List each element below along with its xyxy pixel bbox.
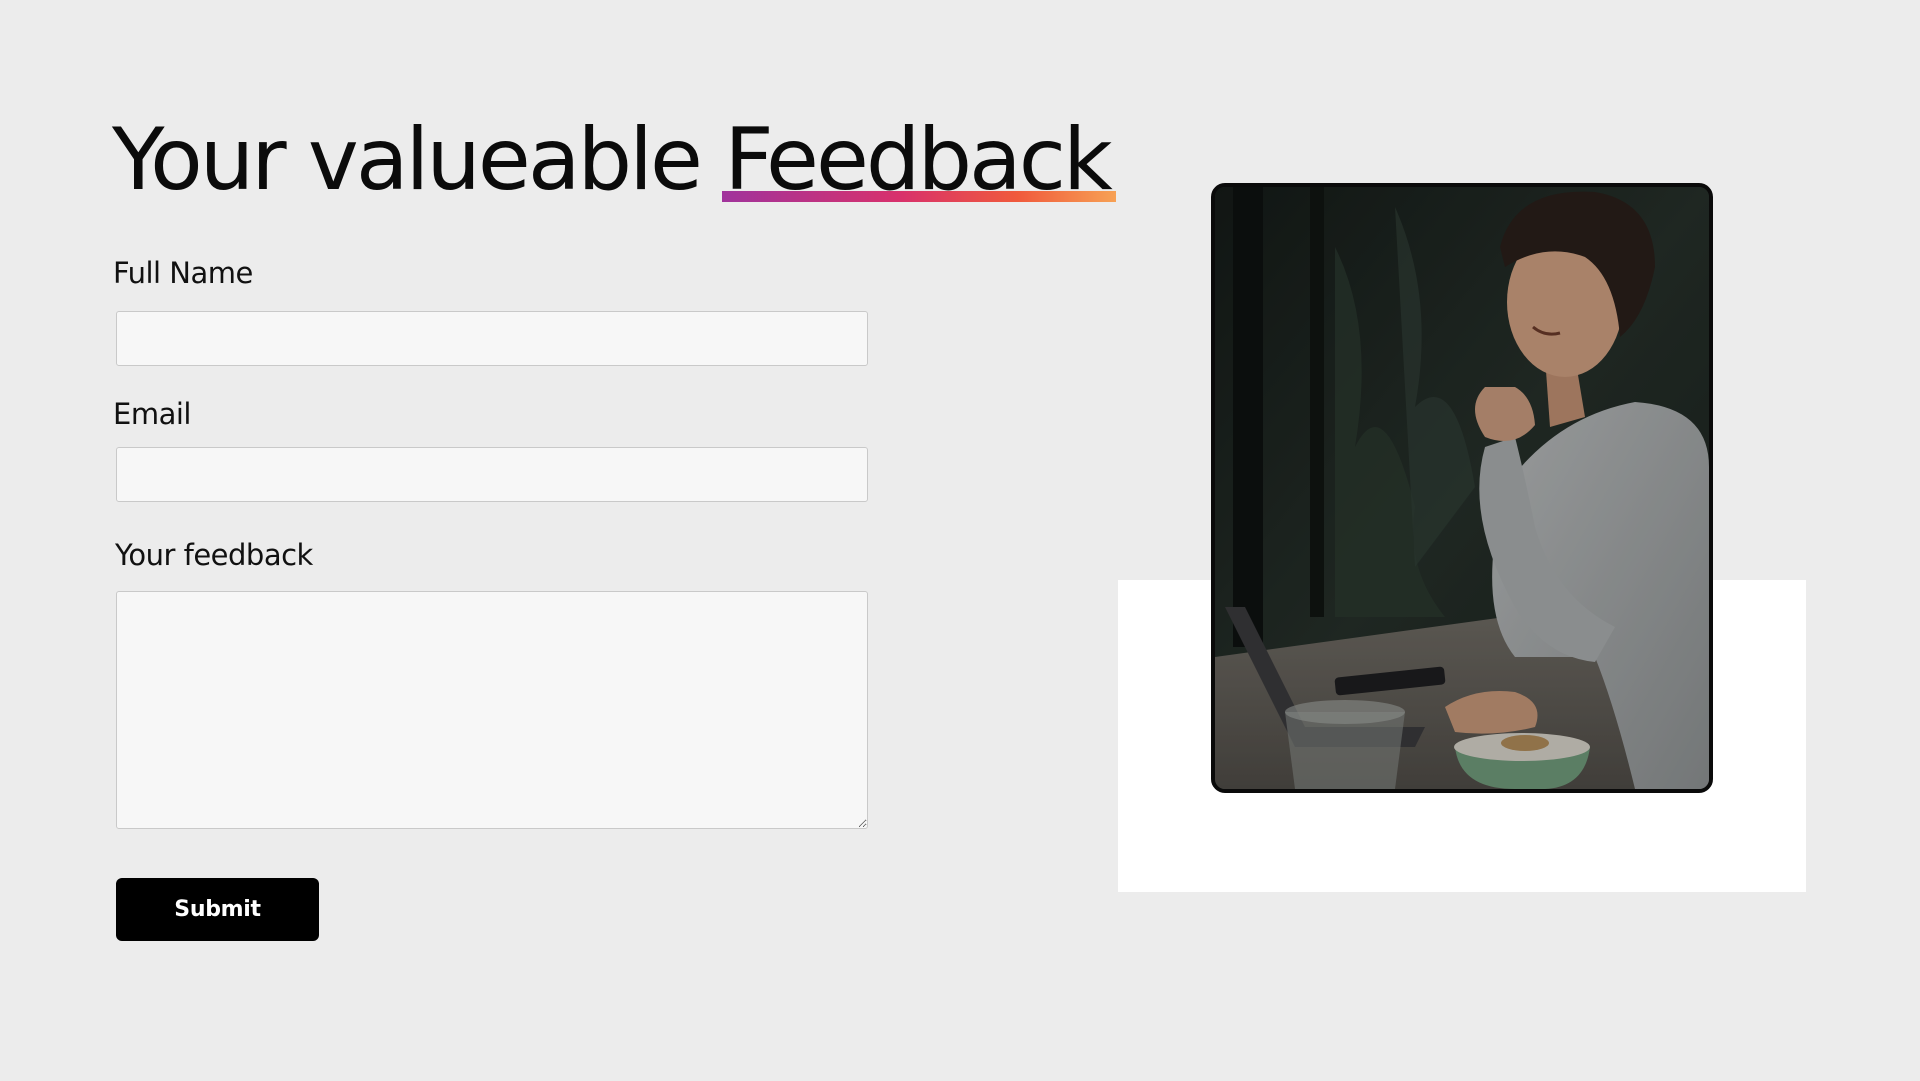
photo-illustration [1215,187,1709,789]
full-name-input[interactable] [116,311,868,366]
title-highlight: Feedback [722,110,1116,210]
email-label: Email [113,397,191,431]
feedback-label: Your feedback [115,538,313,572]
submit-button[interactable]: Submit [116,878,319,941]
full-name-label: Full Name [113,256,253,290]
title-highlight-text: Feedback [724,110,1113,210]
feedback-page: Your valueable Feedback Full Name Email … [0,0,1920,1081]
email-input[interactable] [116,447,868,502]
page-title: Your valueable Feedback [112,110,1116,210]
person-at-laptop-photo [1211,183,1713,793]
feedback-textarea[interactable] [116,591,868,829]
title-prefix: Your valueable [112,110,725,210]
